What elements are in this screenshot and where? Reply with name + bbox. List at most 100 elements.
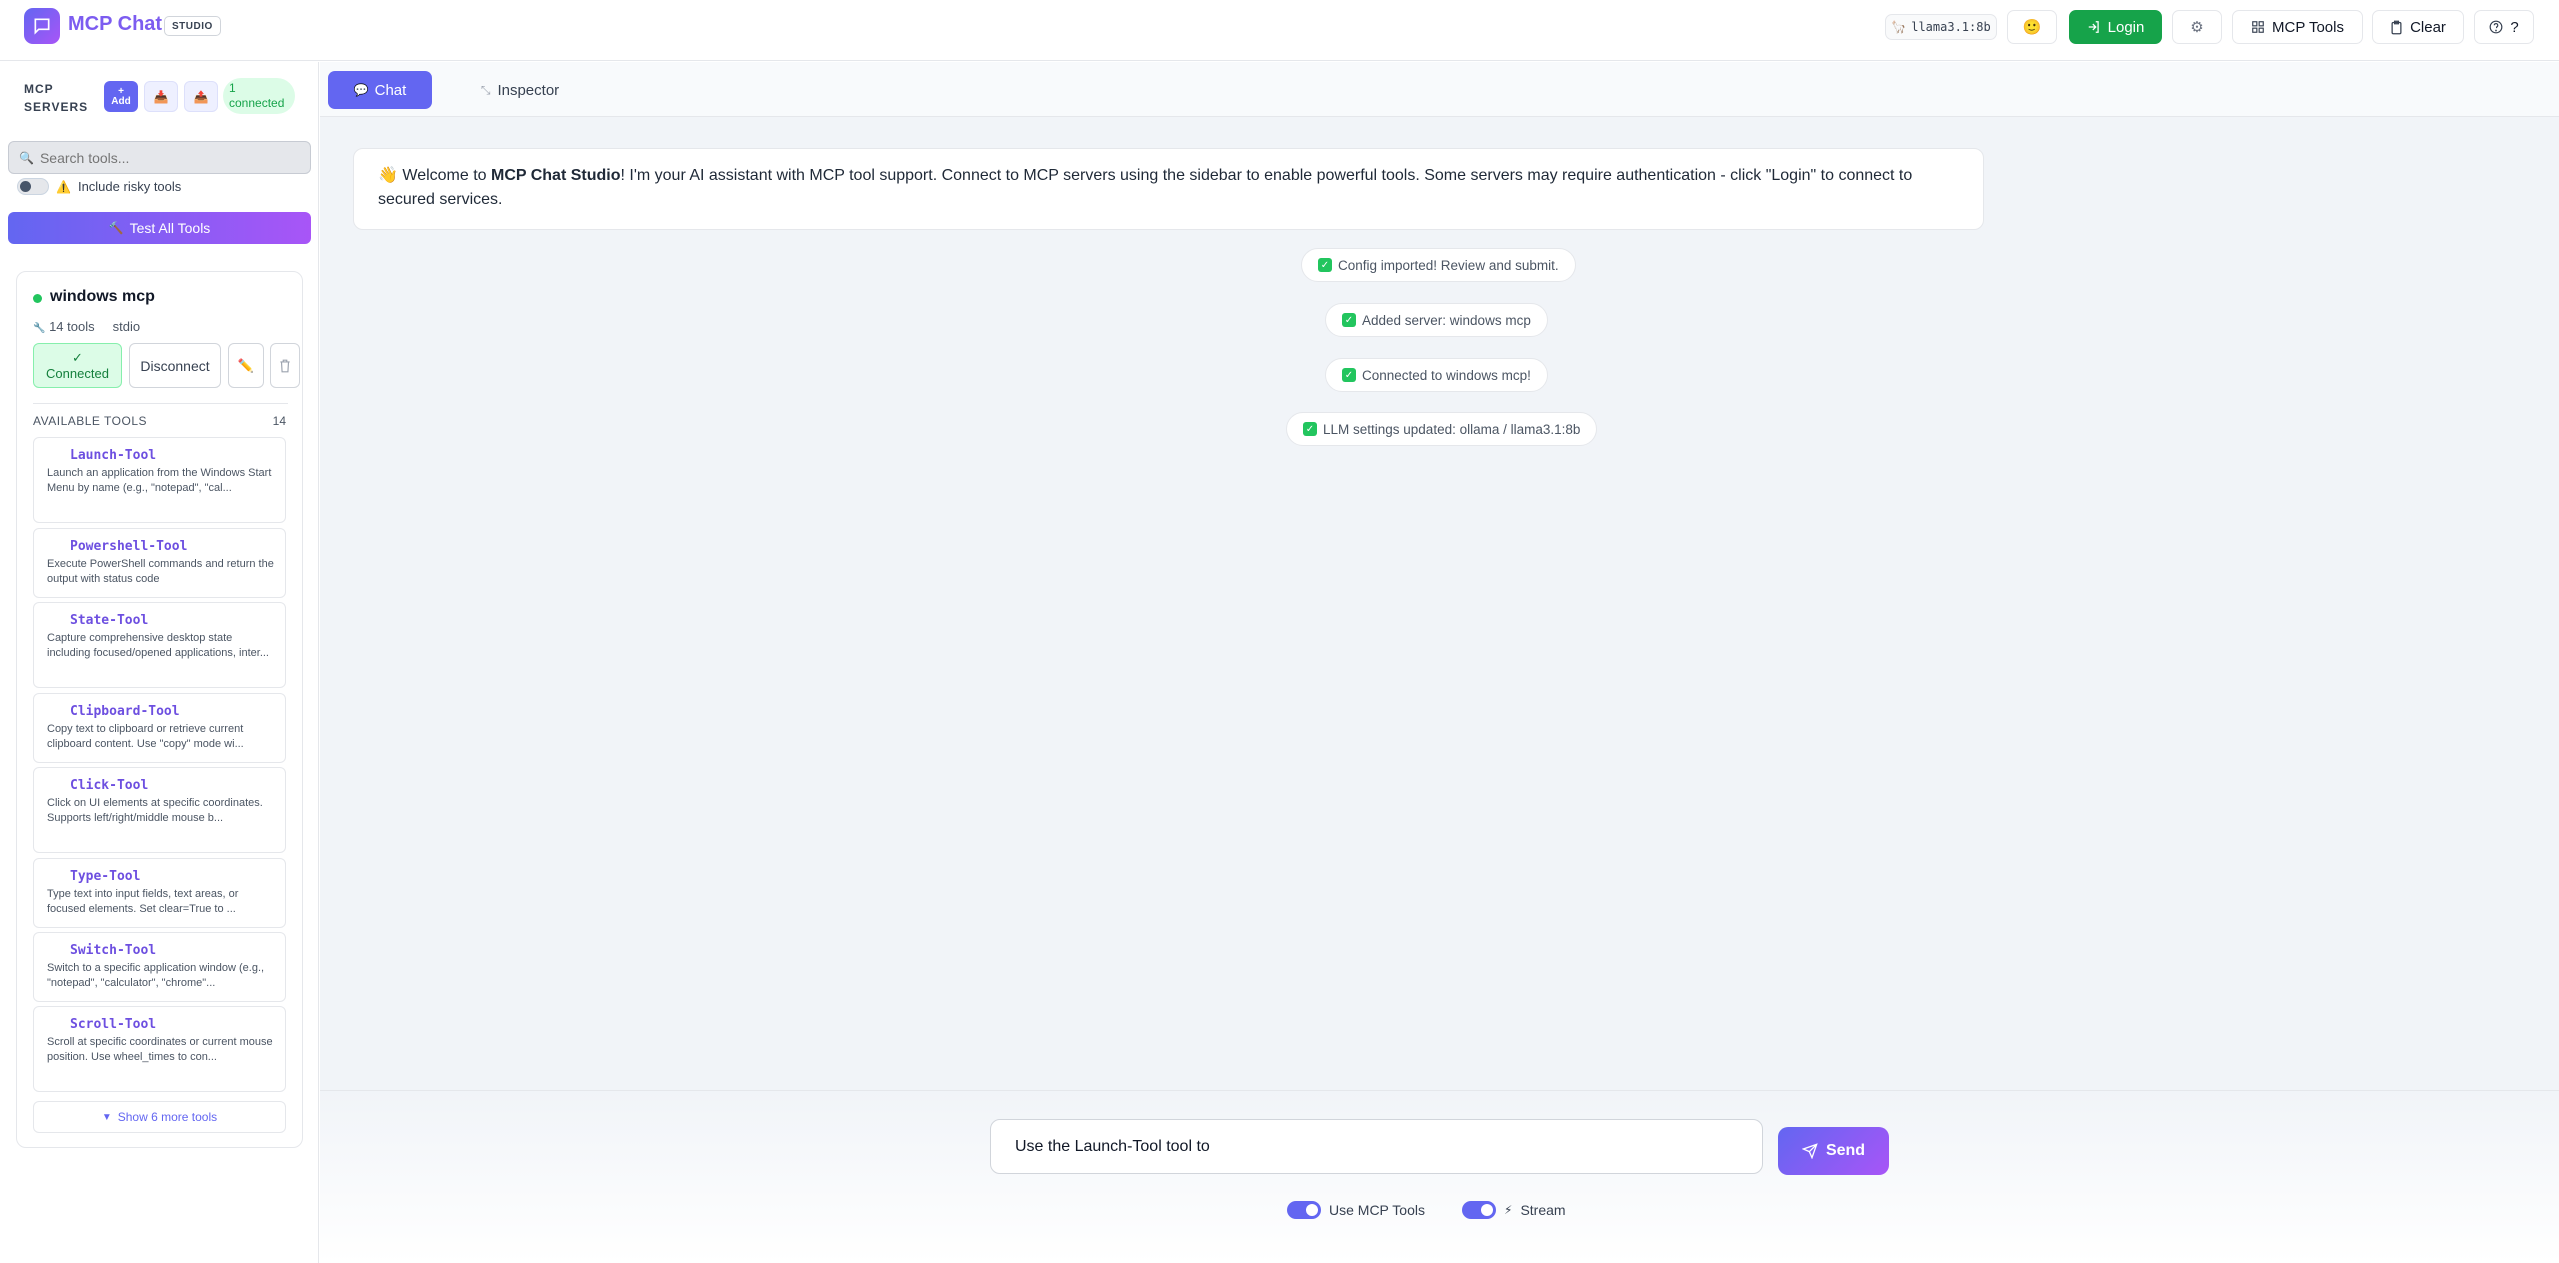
- use-mcp-tools-toggle[interactable]: [1287, 1201, 1321, 1219]
- welcome-pre: Welcome to: [402, 167, 491, 184]
- trash-icon: [280, 359, 290, 372]
- divider: [33, 403, 288, 404]
- download-icon: 📤: [193, 89, 209, 104]
- clear-button[interactable]: Clear: [2372, 10, 2464, 44]
- tool-item[interactable]: Click-Tool Click on UI elements at speci…: [33, 767, 286, 853]
- settings-button[interactable]: ⚙: [2172, 10, 2222, 44]
- message-input-box[interactable]: [990, 1119, 1763, 1174]
- system-message-text: Config imported! Review and submit.: [1338, 257, 1559, 273]
- show-more-tools-button[interactable]: ▼ Show 6 more tools: [33, 1101, 286, 1133]
- studio-badge: STUDIO: [164, 16, 221, 36]
- tool-description: Launch an application from the Windows S…: [47, 467, 272, 494]
- composer: Send Use MCP Tools ⚡ Stream: [320, 1090, 2559, 1263]
- chat-logo-icon: [24, 8, 60, 44]
- clipboard-icon: [2391, 20, 2402, 34]
- system-message: ✓ Config imported! Review and submit.: [1301, 248, 1576, 282]
- app-header: MCP Chat STUDIO 🦙 llama3.1:8b 🙂 Login ⚙ …: [0, 0, 2559, 61]
- tab-inspector[interactable]: ⤡ Inspector: [460, 71, 580, 109]
- mcp-tools-label: MCP Tools: [2272, 18, 2344, 36]
- system-message-text: Added server: windows mcp: [1362, 312, 1531, 328]
- help-button[interactable]: ?: [2474, 10, 2534, 44]
- tool-name: Type-Tool: [70, 869, 141, 884]
- model-indicator[interactable]: 🦙 llama3.1:8b: [1885, 14, 1997, 40]
- tab-chat-label: Chat: [374, 81, 407, 99]
- risky-tools-label: Include risky tools: [77, 179, 182, 194]
- system-message-text: LLM settings updated: ollama / llama3.1:…: [1323, 421, 1581, 437]
- add-server-button[interactable]: + Add: [104, 81, 138, 112]
- upload-icon: 📥: [153, 89, 169, 104]
- test-all-label: Test All Tools: [129, 220, 211, 236]
- risky-tools-row: ⚠️ Include risky tools: [17, 178, 181, 195]
- status-dot: [33, 294, 42, 303]
- grid-icon: [2252, 21, 2264, 33]
- disconnect-label: Disconnect: [140, 357, 210, 374]
- tool-name: Powershell-Tool: [70, 539, 188, 554]
- stream-row: ⚡ Stream: [1462, 1201, 1566, 1219]
- avatar-button[interactable]: 🙂: [2007, 10, 2057, 44]
- triangle-down-icon: ▼: [101, 1111, 112, 1123]
- system-message: ✓ LLM settings updated: ollama / llama3.…: [1286, 412, 1598, 446]
- search-input[interactable]: [39, 149, 300, 166]
- use-mcp-tools-row: Use MCP Tools: [1287, 1201, 1425, 1219]
- message-input[interactable]: [1015, 1137, 1738, 1156]
- connected-label: connected: [229, 96, 285, 110]
- export-config-button[interactable]: 📤: [184, 81, 218, 112]
- system-message-text: Connected to windows mcp!: [1362, 367, 1531, 383]
- available-tools-count: 14: [272, 414, 286, 428]
- tab-chat[interactable]: 💬 Chat: [328, 71, 432, 109]
- tool-description: Copy text to clipboard or retrieve curre…: [47, 723, 244, 750]
- show-more-label: Show 6 more tools: [117, 1110, 218, 1124]
- server-card: windows mcp 🔧 14 tools stdio ✓ Connected…: [16, 271, 303, 1148]
- help-circle-icon: [2489, 20, 2503, 34]
- pencil-icon: ✏️: [237, 357, 255, 373]
- tool-item[interactable]: Powershell-Tool Execute PowerShell comma…: [33, 528, 286, 598]
- import-config-button[interactable]: 📥: [144, 81, 178, 112]
- tools-count: 14 tools: [49, 319, 95, 334]
- connected-status-button[interactable]: ✓ Connected: [33, 343, 122, 388]
- tool-description: Capture comprehensive desktop state incl…: [47, 632, 269, 659]
- tool-name: Scroll-Tool: [70, 1017, 157, 1032]
- send-button[interactable]: Send: [1778, 1127, 1889, 1175]
- check-icon: ✓: [1318, 258, 1332, 272]
- tool-item[interactable]: Type-Tool Type text into input fields, t…: [33, 858, 286, 928]
- search-icon: 🔍: [19, 150, 34, 165]
- tool-item[interactable]: Clipboard-Tool Copy text to clipboard or…: [33, 693, 286, 763]
- test-all-tools-button[interactable]: 🔨 Test All Tools: [8, 212, 311, 244]
- tool-description: Switch to a specific application window …: [47, 962, 265, 989]
- wrench-icon: 🔨: [108, 221, 124, 235]
- system-message: ✓ Added server: windows mcp: [1325, 303, 1548, 337]
- check-icon: ✓: [72, 350, 83, 365]
- stream-toggle[interactable]: [1462, 1201, 1496, 1219]
- tool-item[interactable]: State-Tool Capture comprehensive desktop…: [33, 602, 286, 688]
- edit-server-button[interactable]: ✏️: [228, 343, 264, 388]
- model-name: llama3.1:8b: [1911, 20, 1991, 34]
- tool-item[interactable]: Launch-Tool Launch an application from t…: [33, 437, 286, 523]
- clear-label: Clear: [2410, 18, 2446, 36]
- login-icon: [2088, 21, 2099, 33]
- login-label: Login: [2107, 18, 2145, 36]
- disconnect-button[interactable]: Disconnect: [129, 343, 221, 388]
- tool-name: Switch-Tool: [70, 943, 157, 958]
- stream-label: Stream: [1520, 1202, 1566, 1218]
- available-tools-label: AVAILABLE TOOLS: [33, 414, 147, 428]
- connected-count-badge: 1 connected: [223, 78, 295, 114]
- tool-search[interactable]: 🔍: [8, 141, 311, 174]
- tool-item[interactable]: Scroll-Tool Scroll at specific coordinat…: [33, 1006, 286, 1092]
- risky-tools-toggle[interactable]: [17, 178, 49, 195]
- inspector-icon: ⤡: [480, 82, 491, 97]
- use-mcp-tools-label: Use MCP Tools: [1329, 1202, 1425, 1218]
- app-title: MCP Chat: [68, 13, 163, 35]
- tool-item[interactable]: Switch-Tool Switch to a specific applica…: [33, 932, 286, 1002]
- mcp-tools-button[interactable]: MCP Tools: [2232, 10, 2363, 44]
- tool-name: Clipboard-Tool: [70, 704, 180, 719]
- lightning-icon: ⚡: [1504, 1203, 1513, 1217]
- gear-icon: ⚙: [2190, 19, 2204, 36]
- delete-server-button[interactable]: [270, 343, 300, 388]
- connected-status-label: Connected: [46, 366, 109, 381]
- tool-name: Click-Tool: [70, 778, 149, 793]
- check-icon: ✓: [1303, 422, 1317, 436]
- tab-bar: 💬 Chat ⤡ Inspector: [320, 62, 2559, 117]
- login-button[interactable]: Login: [2069, 10, 2162, 44]
- tool-description: Click on UI elements at specific coordin…: [47, 797, 263, 824]
- system-message: ✓ Connected to windows mcp!: [1325, 358, 1548, 392]
